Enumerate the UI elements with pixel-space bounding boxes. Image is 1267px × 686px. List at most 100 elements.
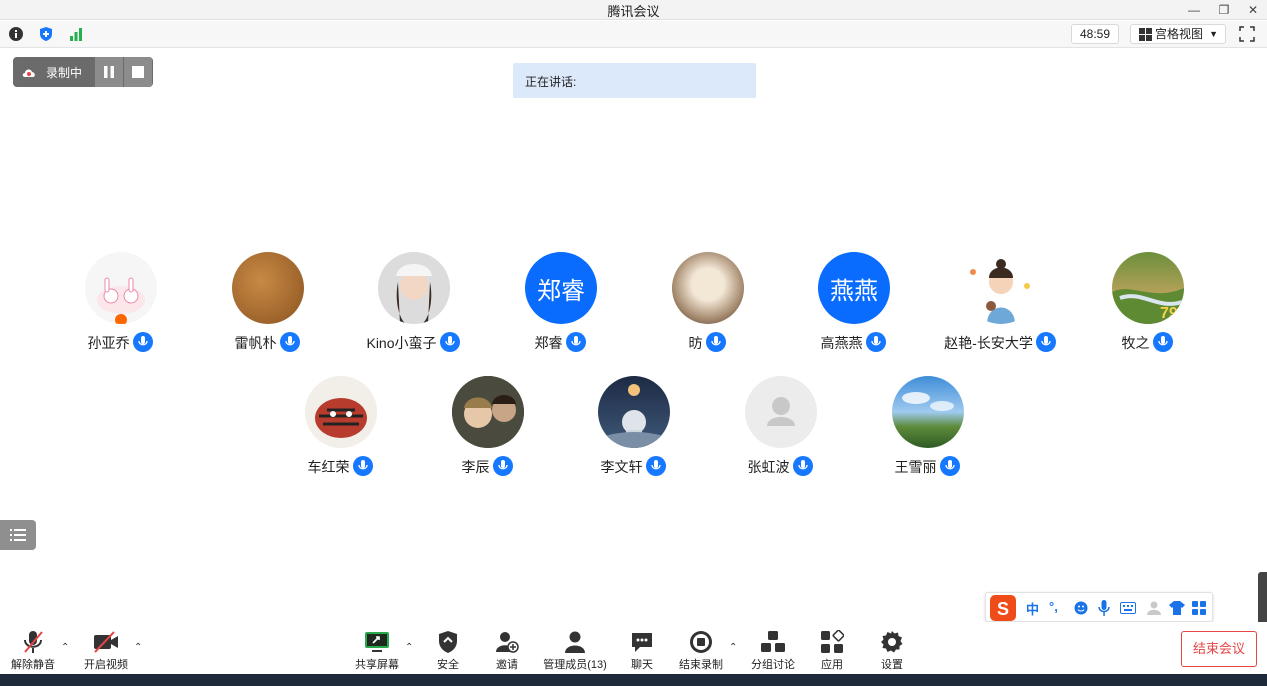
pause-recording-button[interactable] [95, 57, 123, 87]
invite-label: 邀请 [496, 659, 518, 671]
apps-button[interactable]: 应用 [812, 629, 852, 673]
view-mode-label: 宫格视图 [1155, 27, 1204, 41]
shield-icon[interactable] [38, 26, 54, 42]
keyboard-icon[interactable] [1120, 602, 1136, 614]
participant-tile[interactable]: 车红荣 [270, 376, 410, 486]
chevron-up-icon[interactable]: ⌃ [61, 642, 69, 653]
info-icon[interactable] [8, 26, 24, 42]
skin-icon[interactable] [1169, 601, 1185, 615]
share-screen-label: 共享屏幕 [355, 659, 399, 671]
gear-icon [881, 631, 903, 653]
cloud-record-icon [22, 69, 35, 77]
window-title: 腾讯会议 [607, 4, 660, 19]
chevron-down-icon: ▼ [1209, 29, 1218, 39]
participant-tile[interactable]: 赵艳-长安大学 [930, 252, 1070, 362]
participant-tile[interactable]: 燕燕 高燕燕 [783, 252, 923, 362]
close-icon[interactable]: ✕ [1238, 0, 1267, 20]
manage-members-button[interactable]: 管理成员(13) [540, 629, 610, 673]
breakout-button[interactable]: 分组讨论 [748, 629, 798, 673]
participant-name: 赵艳-长安大学 [930, 332, 1070, 353]
participant-tile[interactable]: 王雪丽 [857, 376, 997, 486]
participant-tile[interactable]: 李文轩 [563, 376, 703, 486]
participant-name: 昉 [637, 332, 777, 353]
sogou-logo-icon[interactable]: S [990, 595, 1016, 621]
view-mode-dropdown[interactable]: 宫格视图 ▼ [1130, 24, 1226, 44]
participant-tile[interactable]: Kino小蛮子 [343, 252, 483, 362]
stop-recording-label: 结束录制 [679, 659, 723, 671]
settings-button[interactable]: 设置 [872, 629, 912, 673]
stop-recording-button[interactable] [124, 57, 152, 87]
avatar [452, 376, 524, 448]
ime-punctuation[interactable]: °, [1049, 599, 1058, 614]
fullscreen-icon[interactable] [1239, 26, 1255, 42]
invite-icon [496, 632, 519, 653]
chevron-up-icon[interactable]: ⌃ [134, 642, 142, 653]
security-label: 安全 [437, 659, 459, 671]
emoji-icon[interactable] [1074, 601, 1088, 615]
mic-icon [439, 332, 460, 352]
participant-name: 高燕燕 [783, 332, 923, 353]
minimize-icon[interactable]: — [1179, 0, 1209, 20]
toolbox-icon[interactable] [1192, 601, 1206, 615]
invite-button[interactable]: 邀请 [487, 629, 527, 673]
start-video-button[interactable]: 开启视频 [80, 629, 132, 673]
video-off-icon [94, 631, 118, 653]
mic-icon [939, 456, 960, 476]
mic-icon [565, 332, 586, 352]
list-toggle-button[interactable] [0, 520, 36, 550]
stop-record-icon [690, 631, 712, 653]
participant-name: 孙亚乔 [50, 332, 190, 353]
mic-icon [645, 456, 666, 476]
stop-recording-bottom-button[interactable]: 结束录制 [676, 629, 726, 673]
mic-muted-icon [24, 631, 43, 653]
meeting-timer: 48:59 [1071, 24, 1119, 44]
restore-icon[interactable]: ❐ [1209, 0, 1239, 20]
bottom-control-bar: 解除静音 ⌃ 开启视频 ⌃ 共享屏幕 ⌃ 安全 邀请 管理成员(13) 聊天 结… [0, 622, 1267, 674]
avatar [305, 376, 377, 448]
mic-icon [1152, 332, 1173, 352]
unmute-button[interactable]: 解除静音 [8, 629, 58, 673]
title-bar: 腾讯会议 — ❐ ✕ [0, 0, 1267, 20]
chat-button[interactable]: 聊天 [622, 629, 662, 673]
participant-name: 张虹波 [710, 456, 850, 477]
avatar [598, 376, 670, 448]
mic-icon [132, 332, 153, 352]
start-video-label: 开启视频 [84, 659, 128, 671]
mic-icon [865, 332, 886, 352]
chevron-up-icon[interactable]: ⌃ [405, 642, 413, 653]
participant-tile[interactable]: 郑睿 郑睿 [490, 252, 630, 362]
user-icon[interactable] [1146, 601, 1162, 615]
signal-icon[interactable] [68, 26, 84, 42]
share-screen-icon [365, 632, 389, 652]
avatar [965, 252, 1037, 324]
participant-tile[interactable]: 张虹波 [710, 376, 850, 486]
participant-tile[interactable]: 雷帆朴 [197, 252, 337, 362]
stop-icon [132, 66, 144, 78]
avatar [85, 252, 157, 324]
participant-tile[interactable]: 79 牧之 [1077, 252, 1217, 362]
mic-icon [705, 332, 726, 352]
grid-icon [1139, 28, 1152, 41]
security-button[interactable]: 安全 [428, 629, 468, 673]
chat-label: 聊天 [631, 659, 653, 671]
mic-icon [279, 332, 300, 352]
chevron-up-icon[interactable]: ⌃ [729, 642, 737, 653]
settings-label: 设置 [881, 659, 903, 671]
participant-tile[interactable]: 孙亚乔 [50, 252, 190, 362]
meeting-toolbar: 48:59 宫格视图 ▼ [0, 21, 1267, 48]
participant-name: 李文轩 [563, 456, 703, 477]
voice-input-icon[interactable] [1098, 600, 1110, 616]
participant-tile[interactable]: 昉 [637, 252, 777, 362]
mic-icon [352, 456, 373, 476]
svg-text:79: 79 [1160, 305, 1178, 322]
ime-language[interactable]: 中 [1026, 599, 1039, 618]
default-user-icon [767, 397, 795, 426]
avatar [745, 376, 817, 448]
participant-tile[interactable]: 李辰 [417, 376, 557, 486]
avatar [378, 252, 450, 324]
unmute-label: 解除静音 [11, 659, 55, 671]
speaking-indicator: 正在讲话: [513, 63, 756, 98]
end-meeting-button[interactable]: 结束会议 [1181, 631, 1257, 667]
avatar [892, 376, 964, 448]
share-screen-button[interactable]: 共享屏幕 [352, 629, 402, 673]
